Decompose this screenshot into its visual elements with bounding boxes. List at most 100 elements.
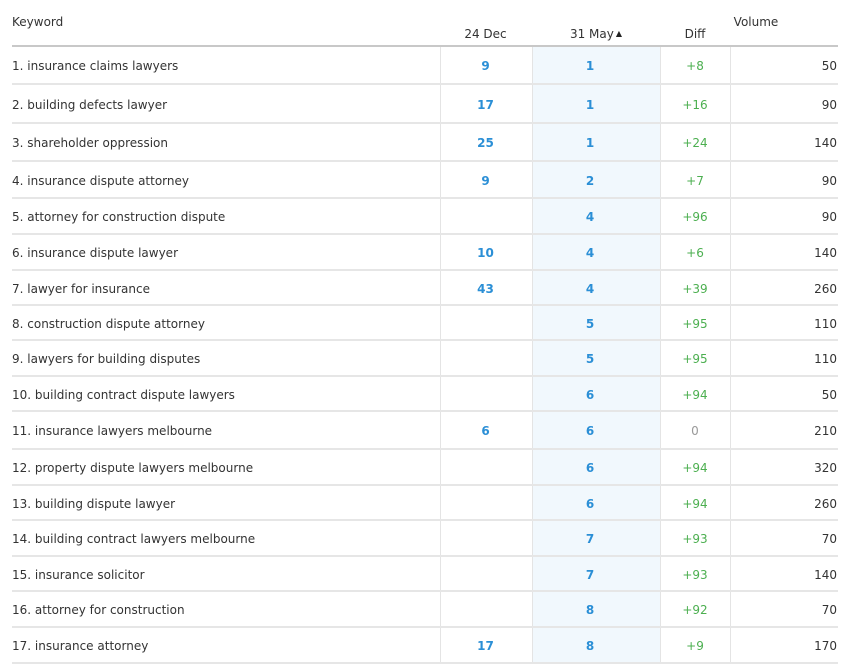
- rank-31-may-cell: 1: [585, 97, 595, 112]
- rank-24-dec-cell: 25: [477, 136, 494, 150]
- diff-cell: +8: [686, 59, 704, 73]
- keyword-cell[interactable]: 2. building defects lawyer: [12, 98, 167, 112]
- rank-31-may-cell: 8: [585, 603, 595, 617]
- diff-cell: +95: [682, 352, 708, 366]
- volume-cell: 110: [814, 352, 837, 366]
- volume-cell: 170: [814, 639, 837, 653]
- volume-cell: 90: [821, 173, 837, 188]
- triangle-up-icon: ▲: [615, 29, 623, 38]
- keyword-cell[interactable]: 9. lawyers for building disputes: [12, 352, 200, 366]
- rank-31-may-cell: 6: [585, 461, 595, 475]
- volume-cell: 260: [814, 496, 837, 511]
- rank-24-dec-cell: 9: [481, 59, 490, 73]
- diff-cell: +9: [686, 639, 704, 653]
- header-keyword[interactable]: Keyword: [12, 15, 63, 29]
- volume-cell: 50: [821, 59, 837, 73]
- diff-cell: +93: [682, 532, 708, 546]
- volume-cell: 320: [814, 461, 837, 475]
- diff-cell: +39: [682, 281, 708, 296]
- keyword-cell[interactable]: 17. insurance attorney: [12, 639, 148, 653]
- rank-31-may-cell: 1: [585, 136, 595, 150]
- table-row[interactable]: 4. insurance dispute attorney 9 2 +7 90: [12, 162, 838, 199]
- rank-24-dec-cell: 17: [477, 639, 494, 653]
- rank-31-may-cell: 6: [585, 424, 595, 438]
- diff-cell: +96: [682, 210, 708, 224]
- keyword-cell[interactable]: 11. insurance lawyers melbourne: [12, 424, 212, 438]
- keyword-cell[interactable]: 6. insurance dispute lawyer: [12, 246, 178, 260]
- volume-cell: 140: [814, 136, 837, 150]
- keyword-cell[interactable]: 4. insurance dispute attorney: [12, 174, 189, 188]
- keyword-cell[interactable]: 14. building contract lawyers melbourne: [12, 532, 255, 546]
- table-row[interactable]: 10. building contract dispute lawyers 6 +9…: [12, 377, 838, 412]
- table-row[interactable]: 12. property dispute lawyers melbourne 6 +…: [12, 450, 838, 486]
- rank-31-may-cell: 4: [585, 281, 595, 296]
- volume-cell: 140: [814, 246, 837, 260]
- volume-cell: 210: [814, 424, 837, 438]
- table-row[interactable]: 14. building contract lawyers melbourne 7…: [12, 521, 838, 557]
- volume-cell: 70: [821, 532, 837, 546]
- table-row[interactable]: 2. building defects lawyer 17 1 +16 90: [12, 85, 838, 124]
- keyword-cell[interactable]: 1. insurance claims lawyers: [12, 59, 178, 73]
- keyword-cell[interactable]: 10. building contract dispute lawyers: [12, 388, 235, 402]
- volume-cell: 90: [821, 97, 837, 112]
- header-date-24-dec[interactable]: 24 Dec: [440, 27, 531, 41]
- rank-24-dec-cell: 43: [477, 281, 494, 296]
- diff-cell: +7: [686, 173, 704, 188]
- volume-cell: 260: [814, 281, 837, 296]
- diff-cell: +95: [682, 316, 708, 331]
- keyword-cell[interactable]: 7. lawyer for insurance: [12, 282, 150, 296]
- diff-cell: 0: [691, 424, 699, 438]
- diff-cell: +94: [682, 387, 708, 402]
- table-header: Keyword 24 Dec 31 May ▲ Diff Volume: [0, 0, 855, 47]
- keyword-cell[interactable]: 5. attorney for construction dispute: [12, 210, 225, 224]
- table-row[interactable]: 7. lawyer for insurance 43 4 +39 260: [12, 271, 838, 306]
- rank-24-dec-cell: 10: [477, 246, 494, 260]
- keyword-cell[interactable]: 12. property dispute lawyers melbourne: [12, 461, 253, 475]
- volume-cell: 140: [814, 567, 837, 582]
- diff-cell: +92: [682, 603, 708, 617]
- header-volume[interactable]: Volume: [730, 15, 782, 29]
- keyword-cell[interactable]: 15. insurance solicitor: [12, 568, 145, 582]
- rank-31-may-cell: 5: [585, 352, 595, 366]
- rank-31-may-cell: 4: [585, 246, 595, 260]
- diff-cell: +94: [682, 461, 708, 475]
- rank-31-may-cell: 7: [585, 567, 595, 582]
- table-row[interactable]: 3. shareholder oppression 25 1 +24 140: [12, 124, 838, 162]
- rank-31-may-cell: 5: [585, 316, 595, 331]
- table-row[interactable]: 6. insurance dispute lawyer 10 4 +6 140: [12, 235, 838, 271]
- volume-cell: 50: [821, 387, 837, 402]
- diff-cell: +93: [682, 567, 708, 582]
- header-date-31-may[interactable]: 31 May ▲: [532, 27, 660, 41]
- keyword-cell[interactable]: 13. building dispute lawyer: [12, 497, 175, 511]
- keyword-cell[interactable]: 16. attorney for construction: [12, 603, 185, 617]
- table-row[interactable]: 1. insurance claims lawyers 9 1 +8 50: [12, 47, 838, 85]
- rank-24-dec-cell: 9: [481, 173, 490, 188]
- table-row[interactable]: 17. insurance attorney 17 8 +9 170: [12, 628, 838, 664]
- table-row[interactable]: 9. lawyers for building disputes 5 +95 110: [12, 341, 838, 377]
- diff-cell: +94: [682, 496, 708, 511]
- rank-31-may-cell: 6: [585, 387, 595, 402]
- table-row[interactable]: 15. insurance solicitor 7 +93 140: [12, 557, 838, 592]
- rank-31-may-cell: 1: [585, 59, 595, 73]
- keyword-cell[interactable]: 8. construction dispute attorney: [12, 317, 205, 331]
- rank-31-may-cell: 6: [585, 496, 595, 511]
- rank-31-may-cell: 8: [585, 639, 595, 653]
- volume-cell: 70: [821, 603, 837, 617]
- header-date-31-may-label: 31 May: [569, 27, 614, 41]
- table-row[interactable]: 8. construction dispute attorney 5 +95 110: [12, 306, 838, 341]
- table-row[interactable]: 13. building dispute lawyer 6 +94 260: [12, 486, 838, 521]
- volume-cell: 90: [821, 210, 837, 224]
- diff-cell: +6: [686, 246, 704, 260]
- diff-cell: +24: [682, 136, 708, 150]
- rank-24-dec-cell: 6: [481, 424, 490, 438]
- table-row[interactable]: 11. insurance lawyers melbourne 6 6 0 210: [12, 412, 838, 450]
- table-row[interactable]: 16. attorney for construction 8 +92 70: [12, 592, 838, 628]
- header-diff[interactable]: Diff: [660, 27, 730, 41]
- volume-cell: 110: [814, 316, 837, 331]
- table-row[interactable]: 5. attorney for construction dispute 4 +96…: [12, 199, 838, 235]
- rank-31-may-cell: 2: [585, 173, 595, 188]
- rank-24-dec-cell: 17: [477, 97, 494, 112]
- diff-cell: +16: [682, 97, 708, 112]
- rank-31-may-cell: 4: [585, 210, 595, 224]
- keyword-cell[interactable]: 3. shareholder oppression: [12, 136, 168, 150]
